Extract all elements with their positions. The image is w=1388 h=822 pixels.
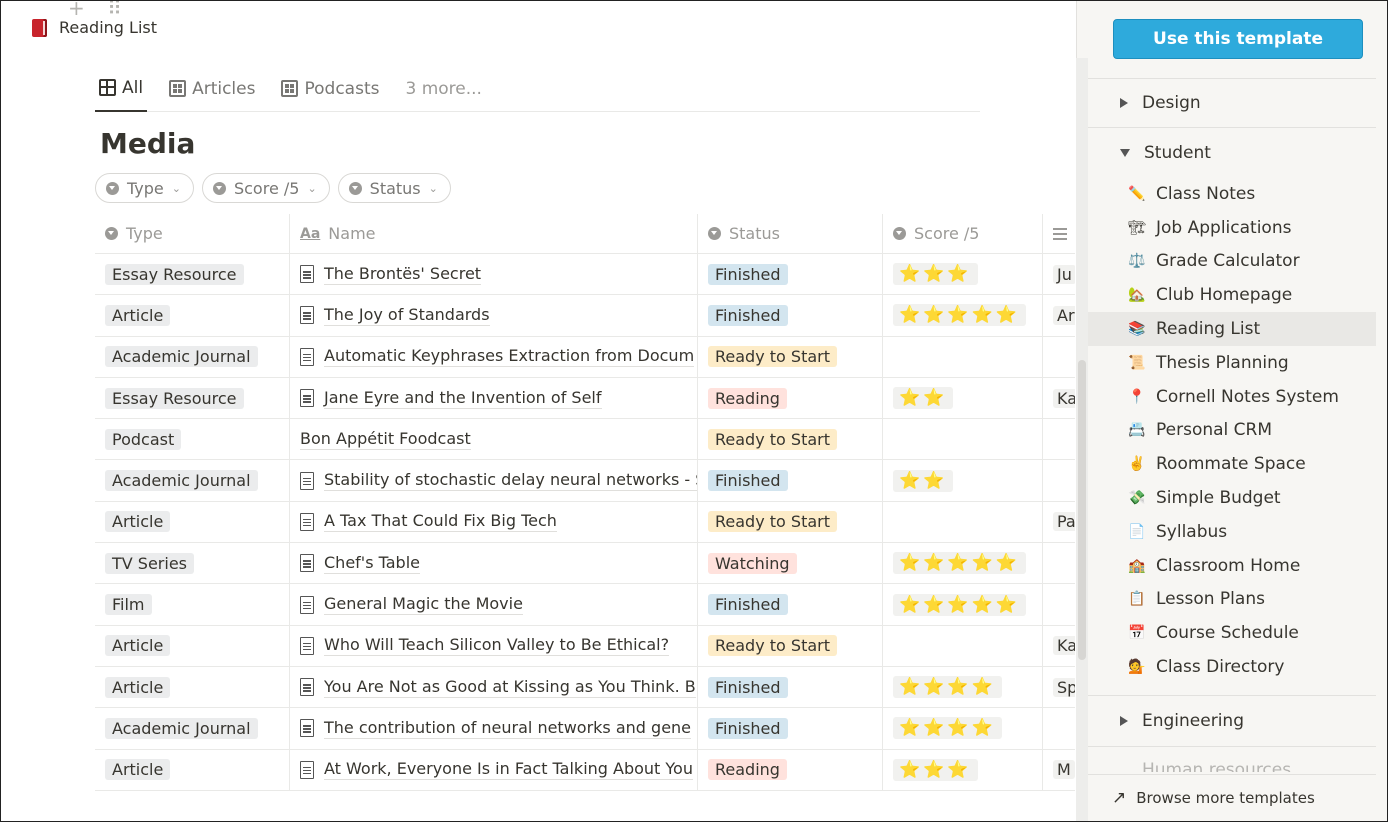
window-frame <box>0 0 1388 822</box>
